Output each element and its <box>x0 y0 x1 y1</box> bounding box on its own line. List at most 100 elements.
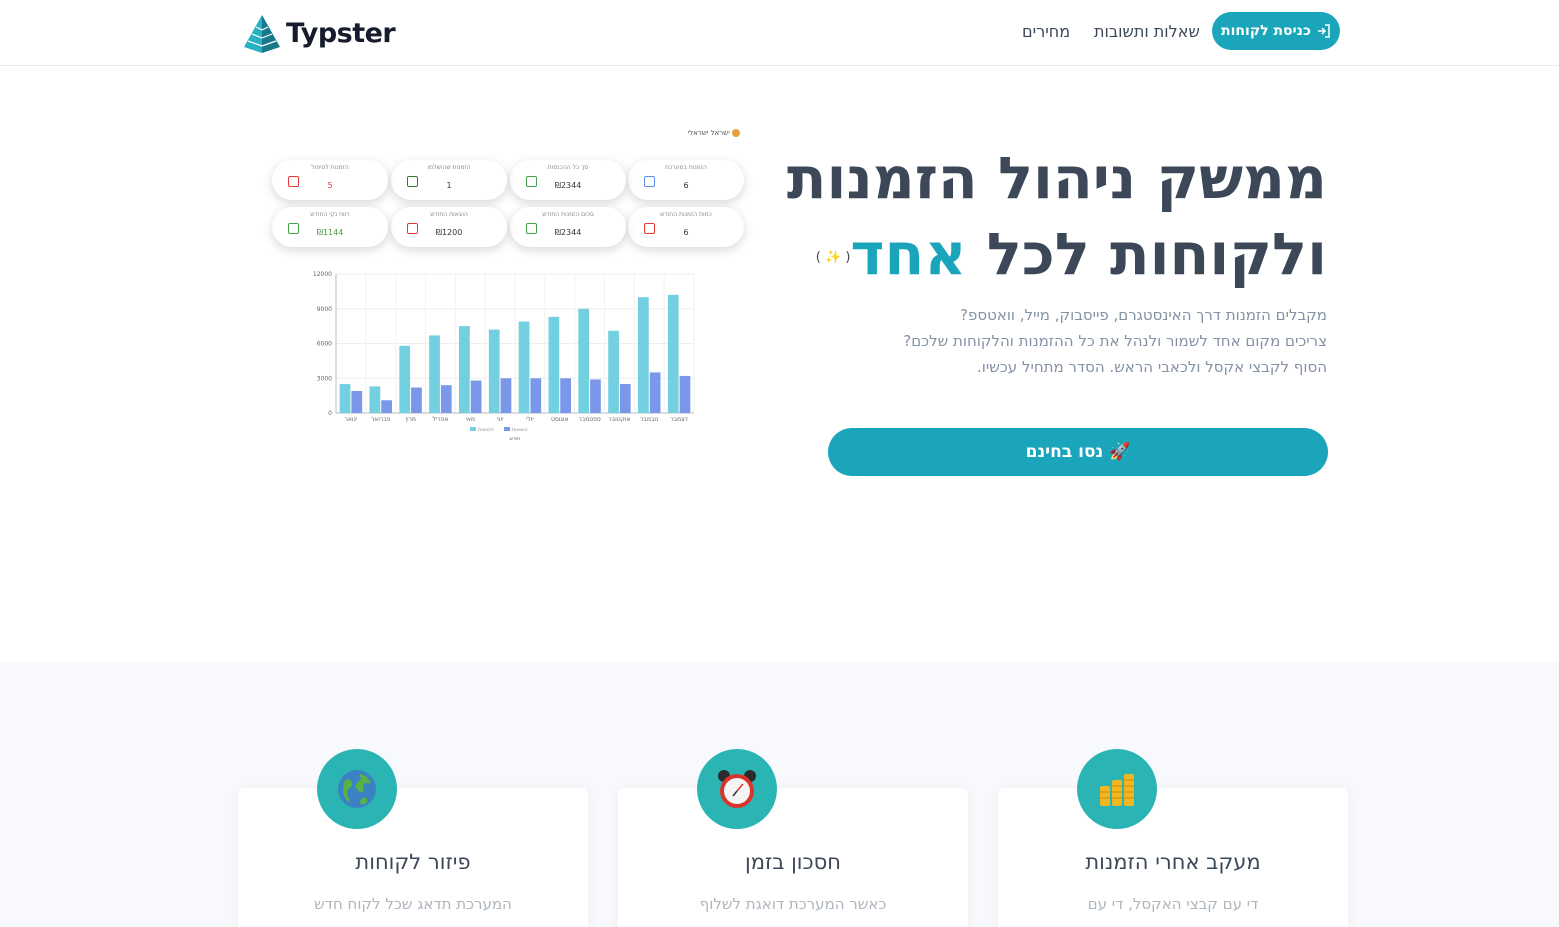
checklist-icon <box>644 176 655 187</box>
y-tick-label: 6000 <box>317 341 332 348</box>
preview-user: ישראל ישראלי <box>688 129 740 137</box>
customer-login-button[interactable]: כניסת לקוחות <box>1212 12 1340 50</box>
nav-link-faq[interactable]: שאלות ותשובות <box>1094 22 1200 41</box>
chart-bar <box>411 387 422 413</box>
preview-user-name: ישראל ישראלי <box>687 129 730 137</box>
up-chart-icon <box>288 223 299 234</box>
stat-card: כמות הזמנות החודש 6 <box>628 207 744 247</box>
x-tick-label: אוקטובר <box>608 416 630 423</box>
globe-icon <box>317 749 397 829</box>
chart-bar <box>369 386 381 413</box>
down-chart-icon <box>407 223 418 234</box>
chart-bar <box>638 297 649 413</box>
feature-title: פיזור לקוחות <box>355 850 471 874</box>
chart-bar <box>679 375 691 413</box>
y-tick-label: 3000 <box>317 375 332 382</box>
chart-bar <box>429 335 440 413</box>
chart-bar <box>530 378 542 413</box>
x-tick-label: ינואר <box>345 416 358 423</box>
dashboard-preview: ישראל ישראלי הזמנות במערכת 6 סך כל ההכנסות… <box>262 125 752 455</box>
legend-label: הוצאות <box>512 427 528 433</box>
stat-label: הזמנות לטיפול <box>311 164 349 171</box>
stat-label: כמות הזמנות החודש <box>660 211 712 218</box>
x-axis-label: חודש <box>510 436 521 442</box>
monthly-bar-chart: 0 3000 6000 9000 12000 ינואר פברואר מרץ אפריל מאי… <box>313 271 695 442</box>
x-tick-label: דצמבר <box>670 416 688 423</box>
feature-text: המערכת תדאג שכל לקוח חדש <box>314 895 512 913</box>
chart-bar <box>459 326 470 413</box>
calendar-icon <box>644 223 655 234</box>
stat-label: הזמנות במערכת <box>665 164 707 171</box>
chart-bar <box>339 384 351 413</box>
try-free-label: נסו בחינם 🚀 <box>1025 442 1131 462</box>
chart-bar <box>351 390 363 413</box>
brand-name: Typster <box>286 17 396 49</box>
feature-title: מעקב אחרי הזמנות <box>1085 850 1261 874</box>
hero-title-line2-main: ולקוחות לכל <box>986 220 1327 288</box>
x-tick-label: יוני <box>497 416 504 423</box>
chart-bar <box>578 308 590 413</box>
stat-card: סכום הזמנות החודש ₪2344 <box>510 207 626 247</box>
sign-in-icon <box>1317 24 1330 38</box>
chart-bar <box>590 379 601 413</box>
feature-text: די עם קבצי האקסל, די עם <box>1087 895 1259 913</box>
top-navbar: Typster מחירים שאלות ותשובות כניסת לקוחו… <box>0 0 1559 66</box>
x-tick-label: ספטמבר <box>578 416 601 423</box>
chart-bar <box>649 372 661 413</box>
legend-swatch <box>504 427 510 431</box>
hero-desc-line: מקבלים הזמנות דרך האינסטגרם, פייסבוק, מי… <box>960 306 1327 324</box>
chart-bar <box>500 378 512 413</box>
chart-bar <box>548 316 560 413</box>
hero-title: ממשק ניהול הזמנות ולקוחות לכל אחד( ✨ ) <box>767 140 1327 296</box>
x-tick-label: אפריל <box>432 416 448 423</box>
calendar-icon <box>288 176 299 187</box>
y-tick-label: 12000 <box>313 271 332 278</box>
chart-bar <box>470 380 482 413</box>
check-icon <box>407 176 418 187</box>
stat-card: הזמנות שהושלמו 1 <box>391 160 507 200</box>
basket-icon <box>526 223 537 234</box>
stat-card: הוצאות החודש ₪1200 <box>391 207 507 247</box>
x-tick-label: פברואר <box>371 416 391 423</box>
x-tick-label: מאי <box>466 416 475 423</box>
sparkle-icon: ( ✨ ) <box>815 249 851 265</box>
brand-logo[interactable]: Typster <box>242 12 396 54</box>
login-button-label: כניסת לקוחות <box>1221 23 1311 39</box>
chart-bar <box>488 329 500 413</box>
hero-description: מקבלים הזמנות דרך האינסטגרם, פייסבוק, מי… <box>767 302 1327 380</box>
hero-desc-line: הסוף לקבצי אקסל ולכאבי הראש. הסדר מתחיל … <box>977 358 1327 376</box>
x-tick-label: נובמבר <box>640 416 658 423</box>
chart-bar <box>560 378 571 413</box>
y-tick-label: 9000 <box>317 306 332 313</box>
feature-title: חסכון בזמן <box>745 850 841 874</box>
chart-bar <box>619 384 631 413</box>
stat-card: סך כל ההכנסות ₪2344 <box>510 160 626 200</box>
stat-label: רווח נקי החודש <box>310 211 350 218</box>
chart-bar <box>608 330 619 413</box>
chart-bar <box>667 294 679 413</box>
x-tick-label: אוגוסט <box>551 416 569 423</box>
nav-link-pricing[interactable]: מחירים <box>1022 22 1070 41</box>
stat-label: סכום הזמנות החודש <box>542 211 594 218</box>
stat-label: הזמנות שהושלמו <box>427 164 471 171</box>
chart-bar <box>518 321 530 413</box>
x-tick-label: מרץ <box>405 416 416 423</box>
coins-icon <box>1077 749 1157 829</box>
try-free-button[interactable]: נסו בחינם 🚀 <box>828 428 1328 476</box>
hero-desc-line: צריכים מקום אחד לשמור ולנהל את כל ההזמנו… <box>903 332 1327 350</box>
stat-card: רווח נקי החודש ₪1144 <box>272 207 388 247</box>
hero-title-line1: ממשק ניהול הזמנות <box>786 144 1327 212</box>
legend-label: הכנסות <box>478 427 494 433</box>
money-icon <box>526 176 537 187</box>
chart-bar <box>440 385 452 413</box>
stat-card: הזמנות במערכת 6 <box>628 160 744 200</box>
user-avatar-icon <box>732 129 740 137</box>
hero-title-accent: אחד <box>850 220 967 288</box>
feature-text: כאשר המערכת דואגת לשלוף <box>699 895 887 913</box>
y-tick-label: 0 <box>328 410 332 417</box>
page: Typster מחירים שאלות ותשובות כניסת לקוחו… <box>0 0 1559 927</box>
hero-title-line2: ולקוחות לכל אחד( ✨ ) <box>767 216 1327 296</box>
legend-swatch <box>470 427 476 431</box>
chart-bar <box>399 345 411 413</box>
chart-bar <box>381 400 392 413</box>
